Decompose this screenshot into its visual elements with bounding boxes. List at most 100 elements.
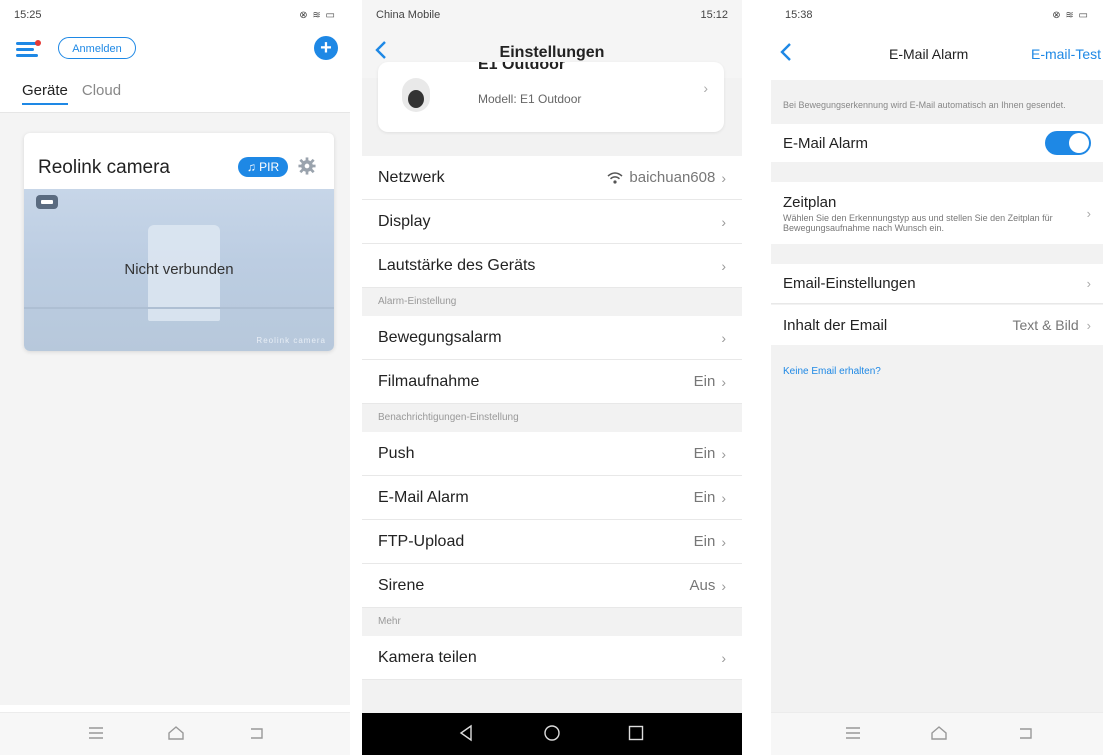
row-email-settings[interactable]: Email-Einstellungen › bbox=[771, 264, 1103, 304]
section-alarm: Alarm-Einstellung bbox=[362, 288, 742, 316]
device-card[interactable]: E1 Outdoor Modell: E1 Outdoor › bbox=[378, 62, 724, 132]
row-value: baichuan608 bbox=[629, 169, 716, 186]
row-value: Aus bbox=[689, 577, 716, 594]
row-label: Zeitplan bbox=[783, 193, 837, 211]
notification-dot bbox=[35, 40, 41, 46]
nav-menu-icon[interactable] bbox=[86, 723, 106, 743]
row-value: Ein bbox=[693, 533, 716, 550]
row-label: Sirene bbox=[378, 576, 425, 594]
tab-devices[interactable]: Geräte bbox=[22, 82, 68, 105]
row-label: E-Mail Alarm bbox=[378, 488, 469, 506]
pir-badge[interactable]: ♫ PIR bbox=[238, 157, 288, 177]
row-siren[interactable]: Sirene Aus › bbox=[362, 564, 742, 608]
status-bar: 15:38 ⊗ ≋ ▭ bbox=[771, 0, 1103, 30]
tab-cloud[interactable]: Cloud bbox=[82, 82, 121, 99]
header: E-Mail Alarm E-mail-Test bbox=[771, 30, 1103, 80]
nav-back-icon[interactable] bbox=[1015, 723, 1035, 743]
add-icon[interactable]: + bbox=[314, 36, 338, 60]
wifi-icon bbox=[607, 171, 623, 184]
row-volume[interactable]: Lautstärke des Geräts › bbox=[362, 244, 742, 288]
row-label: E-Mail Alarm bbox=[783, 134, 869, 152]
screen-settings: China Mobile 15:12 Einstellungen E1 Outd… bbox=[362, 0, 742, 755]
nav-recents-icon[interactable] bbox=[626, 723, 646, 743]
camera-name: Reolink camera bbox=[38, 157, 170, 178]
chevron-right-icon: › bbox=[721, 373, 726, 390]
chevron-right-icon: › bbox=[721, 533, 726, 550]
screen-device-list: 15:25 ⊗ ≋ ▭ Anmelden + Geräte Cloud Reol… bbox=[0, 0, 350, 755]
chevron-right-icon: › bbox=[721, 445, 726, 462]
section-notifications: Benachrichtigungen-Einstellung bbox=[362, 404, 742, 432]
nav-back-icon[interactable] bbox=[246, 723, 266, 743]
row-schedule[interactable]: Zeitplan Wählen Sie den Erkennungstyp au… bbox=[771, 182, 1103, 244]
row-email-content[interactable]: Inhalt der Email Text & Bild › bbox=[771, 305, 1103, 345]
row-label: Filmaufnahme bbox=[378, 372, 480, 390]
row-email-alarm: E-Mail Alarm bbox=[771, 124, 1103, 162]
row-label: Push bbox=[378, 444, 415, 462]
device-name: E1 Outdoor bbox=[478, 62, 566, 73]
chevron-right-icon: › bbox=[721, 169, 726, 186]
screen-email-alarm: 15:38 ⊗ ≋ ▭ E-Mail Alarm E-mail-Test Bei… bbox=[771, 0, 1103, 755]
status-time: 15:38 bbox=[785, 9, 813, 21]
nav-menu-icon[interactable] bbox=[843, 723, 863, 743]
preview-shelf bbox=[24, 307, 334, 309]
system-nav-bar bbox=[362, 713, 742, 755]
system-nav-bar bbox=[0, 712, 350, 755]
email-test-button[interactable]: E-mail-Test bbox=[1031, 46, 1101, 62]
nav-home-icon[interactable] bbox=[166, 723, 186, 743]
camera-preview[interactable]: Nicht verbunden Reolink camera bbox=[24, 189, 334, 351]
row-label: Display bbox=[378, 212, 431, 230]
chevron-right-icon: › bbox=[721, 257, 726, 274]
login-button[interactable]: Anmelden bbox=[58, 37, 136, 59]
row-value: Ein bbox=[693, 445, 716, 462]
settings-list: Netzwerk baichuan608 › Display › Lautstä… bbox=[362, 156, 742, 680]
device-model: Modell: E1 Outdoor bbox=[478, 92, 582, 106]
chevron-right-icon: › bbox=[1086, 205, 1091, 221]
row-ftp-upload[interactable]: FTP-Upload Ein › bbox=[362, 520, 742, 564]
email-alarm-toggle[interactable] bbox=[1045, 131, 1091, 155]
row-value: Text & Bild bbox=[1012, 317, 1079, 333]
gear-icon[interactable] bbox=[298, 157, 316, 175]
status-bar: 15:25 ⊗ ≋ ▭ bbox=[0, 0, 350, 30]
row-recording[interactable]: Filmaufnahme Ein › bbox=[362, 360, 742, 404]
row-push[interactable]: Push Ein › bbox=[362, 432, 742, 476]
row-network[interactable]: Netzwerk baichuan608 › bbox=[362, 156, 742, 200]
chevron-right-icon: › bbox=[721, 489, 726, 506]
menu-icon[interactable] bbox=[16, 40, 41, 58]
row-description: Wählen Sie den Erkennungstyp aus und ste… bbox=[783, 212, 1053, 233]
row-label: Netzwerk bbox=[378, 168, 445, 186]
page-title: Einstellungen bbox=[499, 44, 605, 61]
row-value: Ein bbox=[693, 373, 716, 390]
battery-icon bbox=[36, 195, 58, 209]
chevron-right-icon: › bbox=[721, 649, 726, 666]
row-display[interactable]: Display › bbox=[362, 200, 742, 244]
chevron-right-icon: › bbox=[1086, 317, 1091, 333]
row-label: Inhalt der Email bbox=[783, 316, 888, 334]
row-email-alarm[interactable]: E-Mail Alarm Ein › bbox=[362, 476, 742, 520]
row-share-camera[interactable]: Kamera teilen › bbox=[362, 636, 742, 680]
section-more: Mehr bbox=[362, 608, 742, 636]
status-time: 15:12 bbox=[700, 9, 728, 21]
info-text: Bei Bewegungserkennung wird E-Mail autom… bbox=[783, 100, 1066, 110]
nav-back-icon[interactable] bbox=[456, 723, 476, 743]
row-label: Bewegungsalarm bbox=[378, 328, 502, 346]
back-icon[interactable] bbox=[779, 42, 793, 62]
page-title: E-Mail Alarm bbox=[889, 46, 969, 62]
status-time: 15:25 bbox=[14, 9, 42, 21]
tab-bar: Geräte Cloud bbox=[22, 82, 121, 105]
help-link[interactable]: Keine Email erhalten? bbox=[783, 366, 881, 377]
nav-home-icon[interactable] bbox=[542, 723, 562, 743]
status-carrier: China Mobile bbox=[376, 9, 441, 21]
nav-home-icon[interactable] bbox=[929, 723, 949, 743]
status-icons: ⊗ ≋ ▭ bbox=[299, 9, 336, 21]
camera-card[interactable]: Reolink camera ♫ PIR Nicht verbunden Reo… bbox=[24, 133, 334, 351]
chevron-right-icon: › bbox=[721, 329, 726, 346]
row-value: Ein bbox=[693, 489, 716, 506]
device-thumbnail bbox=[402, 78, 430, 112]
system-nav-bar bbox=[771, 712, 1103, 755]
row-motion-alarm[interactable]: Bewegungsalarm › bbox=[362, 316, 742, 360]
connection-status: Nicht verbunden bbox=[124, 261, 234, 278]
chevron-right-icon: › bbox=[721, 577, 726, 594]
row-label: Lautstärke des Geräts bbox=[378, 256, 536, 274]
status-bar: China Mobile 15:12 bbox=[362, 0, 742, 30]
row-label: Kamera teilen bbox=[378, 648, 477, 666]
